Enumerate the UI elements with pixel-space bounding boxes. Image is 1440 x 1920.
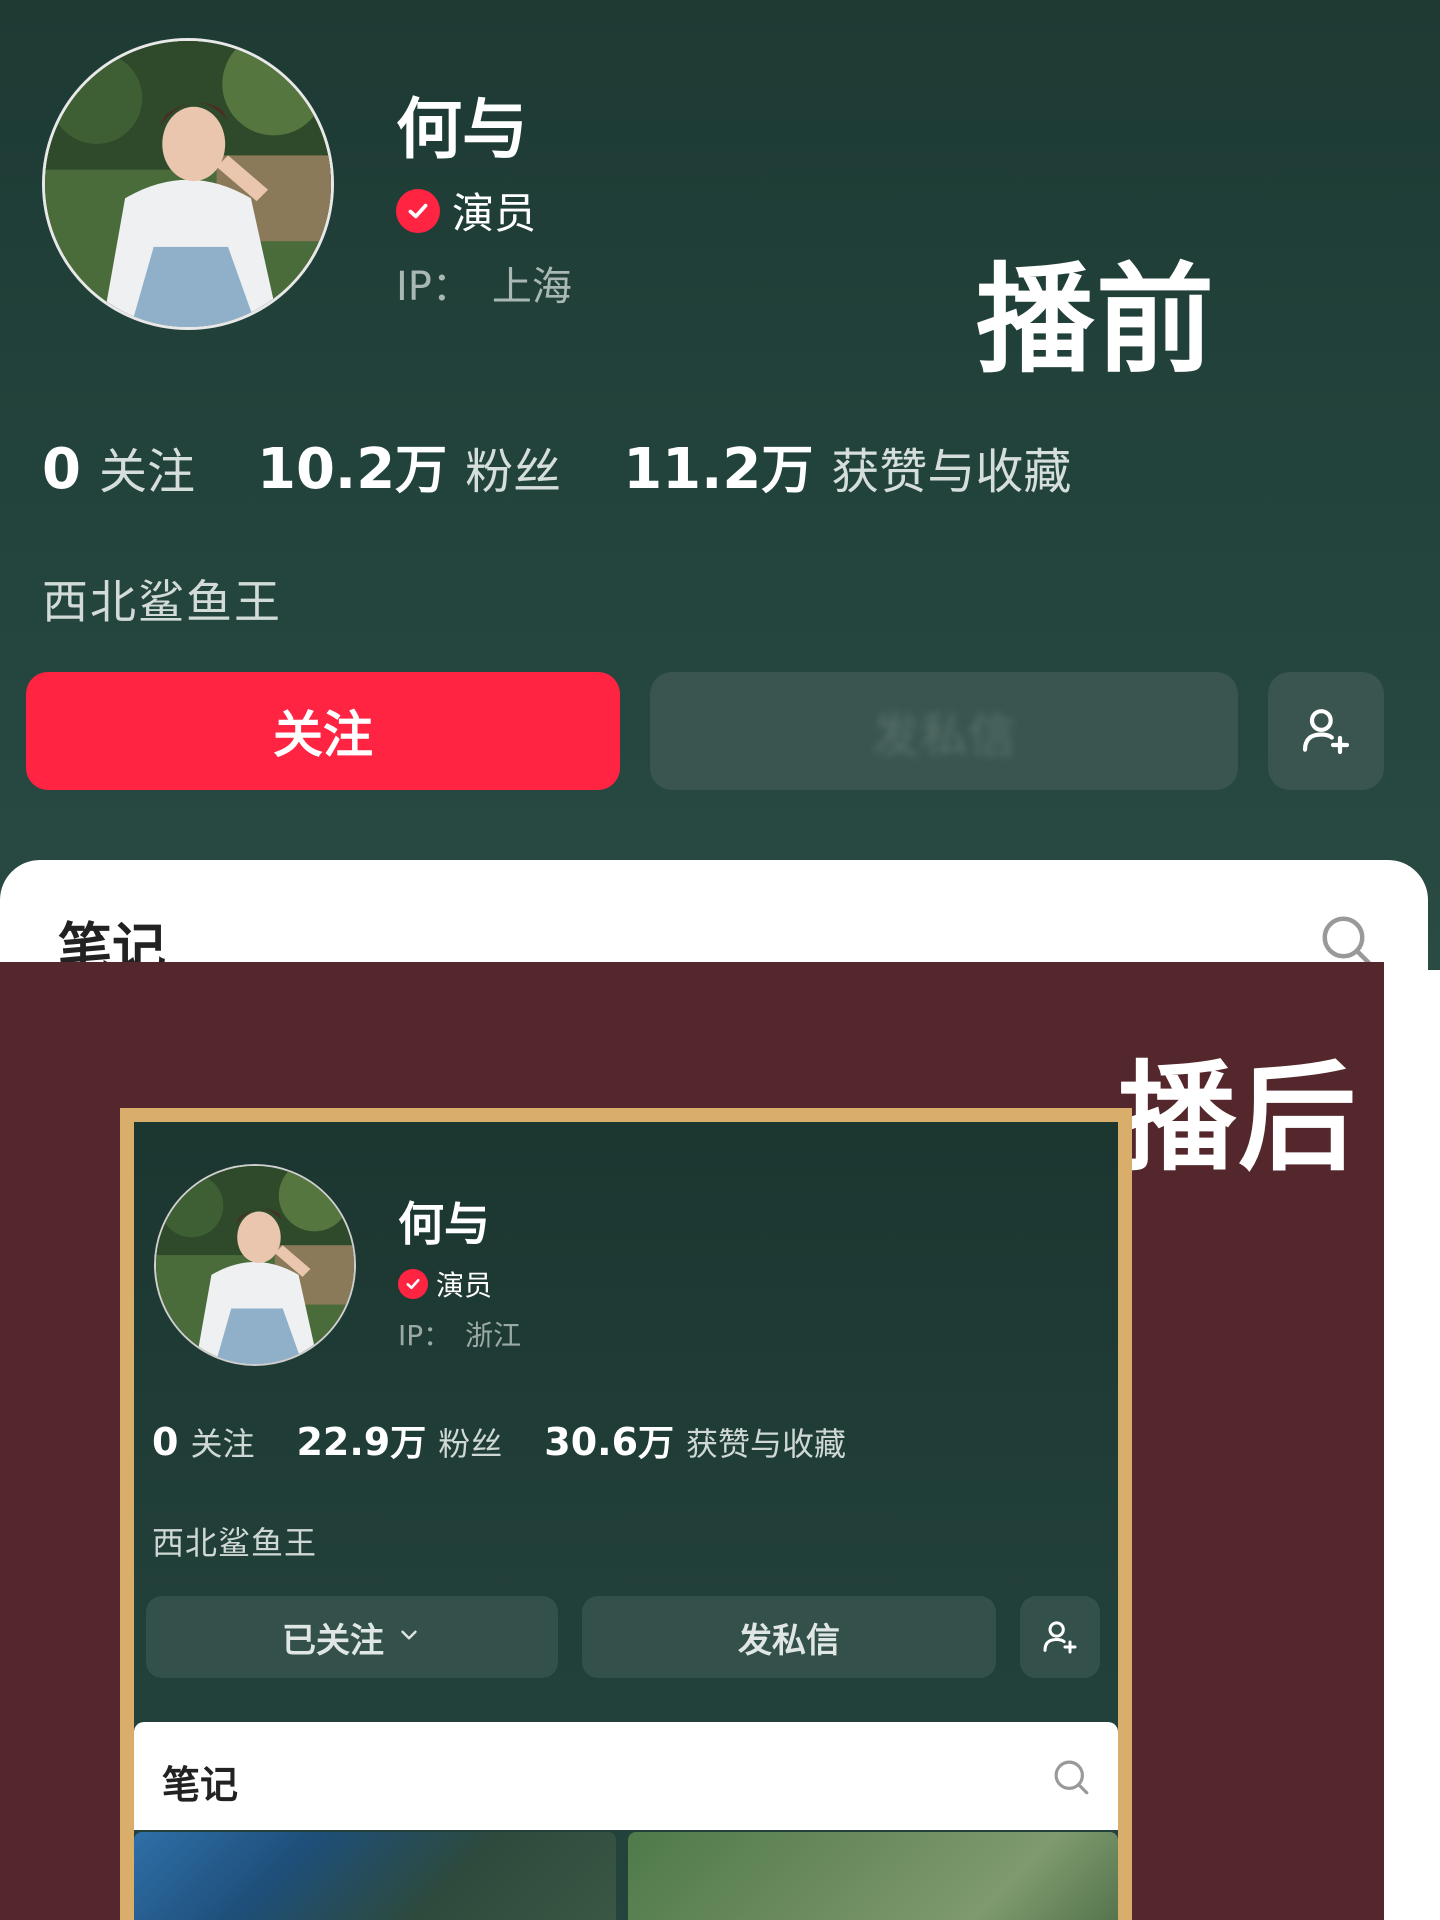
stat-following[interactable]: 0 关注 bbox=[42, 432, 257, 502]
verified-role: 演员 bbox=[398, 1264, 492, 1304]
profile-name: 何与 bbox=[396, 91, 528, 168]
tab-notes[interactable]: 笔记 bbox=[58, 904, 166, 970]
add-user-icon bbox=[1302, 709, 1350, 755]
profile-stats: 0 关注 10.2万 粉丝 11.2万 获赞与收藏 bbox=[42, 428, 1133, 503]
ip-label: IP： bbox=[398, 1319, 452, 1352]
ip-value: 上海 bbox=[491, 264, 572, 310]
after-profile-panel: 播后 何与 演员 IP： 浙江 0 关注 22.9万 粉丝 30.6万 获赞与收… bbox=[0, 962, 1384, 1920]
message-button[interactable]: 发私信 bbox=[650, 672, 1238, 790]
before-tag: 播前 bbox=[976, 251, 1217, 389]
add-friend-button[interactable] bbox=[1268, 672, 1384, 790]
message-button[interactable]: 发私信 bbox=[582, 1596, 996, 1678]
stat-likes-collections[interactable]: 11.2万 获赞与收藏 bbox=[623, 428, 1133, 503]
followed-button[interactable]: 已关注 bbox=[146, 1596, 558, 1678]
stat-likes-collections[interactable]: 30.6万 获赞与收藏 bbox=[544, 1414, 888, 1466]
after-tag: 播后 bbox=[1118, 1049, 1359, 1187]
avatar[interactable] bbox=[42, 38, 334, 330]
message-button-label: 发私信 bbox=[871, 708, 1016, 764]
search-icon[interactable] bbox=[1050, 1756, 1092, 1802]
avatar[interactable] bbox=[154, 1164, 356, 1366]
before-profile-panel: 何与 演员 IP： 上海 播前 0 关注 10.2万 粉丝 11.2万 获赞与收藏 西北… bbox=[0, 0, 1440, 970]
chevron-down-icon bbox=[396, 1617, 422, 1657]
role-label: 演员 bbox=[436, 1269, 493, 1302]
verified-check-icon bbox=[398, 1269, 428, 1299]
ip-location: IP： 上海 bbox=[396, 254, 572, 312]
stat-followers[interactable]: 10.2万 粉丝 bbox=[257, 428, 623, 503]
avatar-image bbox=[156, 1166, 354, 1364]
followed-label: 已关注 bbox=[282, 1620, 384, 1661]
tab-notes[interactable]: 笔记 bbox=[162, 1754, 238, 1809]
profile-bio: 西北鲨鱼王 bbox=[152, 1524, 318, 1562]
note-thumbnail[interactable] bbox=[134, 1832, 616, 1920]
ip-label: IP： bbox=[396, 264, 472, 310]
stat-following[interactable]: 0 关注 bbox=[152, 1419, 296, 1465]
ip-value: 浙江 bbox=[465, 1319, 522, 1352]
notes-tab-bar: 笔记 bbox=[0, 860, 1428, 970]
ip-location: IP： 浙江 bbox=[398, 1314, 521, 1354]
verified-check-icon bbox=[396, 188, 440, 233]
after-profile-screen: 何与 演员 IP： 浙江 0 关注 22.9万 粉丝 30.6万 获赞与收藏 西… bbox=[134, 1122, 1118, 1920]
role-label: 演员 bbox=[452, 189, 537, 238]
verified-role: 演员 bbox=[396, 180, 536, 241]
screenshot-frame: 何与 演员 IP： 浙江 0 关注 22.9万 粉丝 30.6万 获赞与收藏 西… bbox=[120, 1108, 1132, 1920]
stat-followers[interactable]: 22.9万 粉丝 bbox=[296, 1414, 544, 1466]
search-icon[interactable] bbox=[1316, 910, 1376, 970]
add-friend-button[interactable] bbox=[1020, 1596, 1100, 1678]
profile-bio: 西北鲨鱼王 bbox=[42, 575, 282, 629]
follow-button[interactable]: 关注 bbox=[26, 672, 620, 790]
add-user-icon bbox=[1043, 1621, 1077, 1654]
avatar-image bbox=[45, 41, 331, 327]
profile-name: 何与 bbox=[398, 1197, 490, 1251]
notes-tab-bar: 笔记 bbox=[134, 1722, 1118, 1830]
profile-stats: 0 关注 22.9万 粉丝 30.6万 获赞与收藏 bbox=[152, 1414, 888, 1466]
note-thumbnail[interactable] bbox=[628, 1832, 1118, 1920]
